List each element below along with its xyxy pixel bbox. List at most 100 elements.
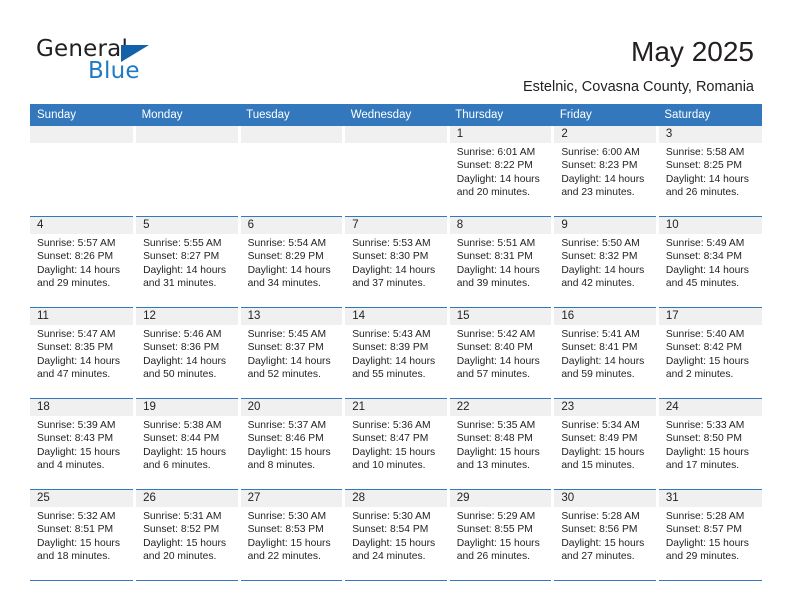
calendar-cell-day[interactable]: 4 Sunrise: 5:57 AM Sunset: 8:26 PM Daylight… bbox=[30, 216, 137, 308]
calendar-cell-day[interactable]: 27 Sunrise: 5:30 AM Sunset: 8:53 PM Dayligh… bbox=[239, 489, 346, 581]
calendar-cell-day[interactable]: 3 Sunrise: 5:58 AM Sunset: 8:25 PM Daylight… bbox=[657, 126, 762, 217]
daylight-text: Daylight: 14 hours and 45 minutes. bbox=[665, 264, 749, 289]
calendar-body: 1 Sunrise: 6:01 AM Sunset: 8:22 PM Daylight… bbox=[30, 126, 762, 581]
calendar-cell-day[interactable]: 15 Sunrise: 5:42 AM Sunset: 8:40 PM Dayligh… bbox=[448, 307, 555, 399]
calendar-cell-day[interactable]: 14 Sunrise: 5:43 AM Sunset: 8:39 PM Dayligh… bbox=[343, 307, 450, 399]
daylight-text: Daylight: 14 hours and 55 minutes. bbox=[352, 355, 436, 380]
daylight-text: Daylight: 15 hours and 6 minutes. bbox=[143, 446, 227, 471]
daylight-text: Daylight: 14 hours and 34 minutes. bbox=[247, 264, 331, 289]
calendar-cell-day[interactable]: 28 Sunrise: 5:30 AM Sunset: 8:54 PM Dayligh… bbox=[343, 489, 450, 581]
calendar-cell-day[interactable]: 7 Sunrise: 5:53 AM Sunset: 8:30 PM Daylight… bbox=[343, 216, 450, 308]
calendar-cell-day[interactable]: 21 Sunrise: 5:36 AM Sunset: 8:47 PM Dayligh… bbox=[343, 398, 450, 490]
calendar-cell-day[interactable]: 8 Sunrise: 5:51 AM Sunset: 8:31 PM Daylight… bbox=[448, 216, 555, 308]
calendar-cell-day[interactable]: 23 Sunrise: 5:34 AM Sunset: 8:49 PM Dayligh… bbox=[552, 398, 659, 490]
day-number: 3 bbox=[658, 126, 762, 143]
sunset-text: Sunset: 8:31 PM bbox=[456, 251, 533, 263]
day-details: Sunrise: 5:47 AM Sunset: 8:35 PM Daylight:… bbox=[30, 325, 133, 381]
calendar-cell-day[interactable]: 20 Sunrise: 5:37 AM Sunset: 8:46 PM Dayligh… bbox=[239, 398, 346, 490]
daylight-text: Daylight: 14 hours and 37 minutes. bbox=[352, 264, 436, 289]
calendar-cell-day[interactable]: 6 Sunrise: 5:54 AM Sunset: 8:29 PM Daylight… bbox=[239, 216, 346, 308]
sunset-text: Sunset: 8:42 PM bbox=[665, 342, 743, 354]
calendar-cell-day[interactable]: 1 Sunrise: 6:01 AM Sunset: 8:22 PM Daylight… bbox=[448, 126, 555, 217]
sunset-text: Sunset: 8:41 PM bbox=[561, 342, 638, 354]
day-number: 11 bbox=[30, 308, 134, 325]
calendar-cell-inner: 5 Sunrise: 5:55 AM Sunset: 8:27 PM Daylight… bbox=[136, 217, 238, 307]
day-number bbox=[30, 126, 134, 143]
daylight-text: Daylight: 14 hours and 31 minutes. bbox=[143, 264, 227, 289]
calendar-week-row: 18 Sunrise: 5:39 AM Sunset: 8:43 PM Dayligh… bbox=[30, 398, 762, 490]
sunset-text: Sunset: 8:22 PM bbox=[456, 160, 533, 172]
calendar-cell-day[interactable]: 5 Sunrise: 5:55 AM Sunset: 8:27 PM Daylight… bbox=[134, 216, 241, 308]
calendar-cell-day[interactable]: 9 Sunrise: 5:50 AM Sunset: 8:32 PM Daylight… bbox=[552, 216, 659, 308]
calendar-cell-inner bbox=[345, 126, 447, 216]
sunrise-text: Sunrise: 5:45 AM bbox=[247, 329, 327, 340]
sunset-text: Sunset: 8:51 PM bbox=[37, 524, 114, 536]
calendar-cell-day[interactable]: 2 Sunrise: 6:00 AM Sunset: 8:23 PM Daylight… bbox=[552, 126, 659, 217]
calendar-cell-day[interactable]: 22 Sunrise: 5:35 AM Sunset: 8:48 PM Dayligh… bbox=[448, 398, 555, 490]
sunrise-text: Sunrise: 5:57 AM bbox=[37, 238, 116, 249]
day-number: 8 bbox=[449, 217, 552, 234]
calendar-week-row: 25 Sunrise: 5:32 AM Sunset: 8:51 PM Dayligh… bbox=[30, 489, 762, 581]
daylight-text: Daylight: 15 hours and 2 minutes. bbox=[665, 355, 749, 380]
calendar-cell-inner: 9 Sunrise: 5:50 AM Sunset: 8:32 PM Daylight… bbox=[554, 217, 656, 307]
daylight-text: Daylight: 14 hours and 47 minutes. bbox=[37, 355, 120, 380]
day-details: Sunrise: 5:31 AM Sunset: 8:52 PM Daylight:… bbox=[136, 507, 238, 563]
calendar-cell-day[interactable]: 10 Sunrise: 5:49 AM Sunset: 8:34 PM Dayligh… bbox=[657, 216, 762, 308]
daylight-text: Daylight: 15 hours and 13 minutes. bbox=[456, 446, 540, 471]
calendar-cell-day[interactable]: 29 Sunrise: 5:29 AM Sunset: 8:55 PM Dayligh… bbox=[448, 489, 555, 581]
day-number bbox=[345, 126, 447, 143]
day-number: 13 bbox=[240, 308, 343, 325]
calendar-cell-day[interactable]: 30 Sunrise: 5:28 AM Sunset: 8:56 PM Dayligh… bbox=[552, 489, 659, 581]
daylight-text: Daylight: 14 hours and 42 minutes. bbox=[561, 264, 645, 289]
sunset-text: Sunset: 8:34 PM bbox=[665, 251, 743, 263]
weekday-header-monday: Monday bbox=[134, 104, 240, 126]
sunrise-text: Sunrise: 6:00 AM bbox=[561, 147, 640, 158]
day-details: Sunrise: 5:32 AM Sunset: 8:51 PM Daylight:… bbox=[30, 507, 133, 563]
calendar-cell-inner bbox=[240, 126, 343, 216]
day-number bbox=[136, 126, 238, 143]
sunrise-text: Sunrise: 5:35 AM bbox=[456, 420, 536, 431]
day-number: 2 bbox=[554, 126, 656, 143]
calendar-cell-inner bbox=[136, 126, 238, 216]
day-details: Sunrise: 5:50 AM Sunset: 8:32 PM Daylight:… bbox=[554, 234, 656, 290]
weekday-header-thursday: Thursday bbox=[448, 104, 553, 126]
day-number bbox=[240, 126, 343, 143]
calendar-cell-day[interactable]: 19 Sunrise: 5:38 AM Sunset: 8:44 PM Dayligh… bbox=[134, 398, 241, 490]
sunrise-text: Sunrise: 5:38 AM bbox=[143, 420, 222, 431]
calendar-cell-day[interactable]: 16 Sunrise: 5:41 AM Sunset: 8:41 PM Dayligh… bbox=[552, 307, 659, 399]
calendar-cell-inner: 30 Sunrise: 5:28 AM Sunset: 8:56 PM Dayligh… bbox=[554, 490, 656, 580]
day-details: Sunrise: 5:55 AM Sunset: 8:27 PM Daylight:… bbox=[136, 234, 238, 290]
calendar-cell-day[interactable]: 31 Sunrise: 5:28 AM Sunset: 8:57 PM Dayligh… bbox=[657, 489, 762, 581]
sunrise-text: Sunrise: 5:49 AM bbox=[665, 238, 745, 249]
day-details: Sunrise: 5:30 AM Sunset: 8:54 PM Daylight:… bbox=[345, 507, 447, 563]
calendar-cell-day[interactable]: 13 Sunrise: 5:45 AM Sunset: 8:37 PM Dayligh… bbox=[239, 307, 346, 399]
day-number: 14 bbox=[345, 308, 447, 325]
sunset-text: Sunset: 8:48 PM bbox=[456, 433, 533, 445]
calendar-cell-day[interactable]: 17 Sunrise: 5:40 AM Sunset: 8:42 PM Dayligh… bbox=[657, 307, 762, 399]
calendar-cell-day[interactable]: 26 Sunrise: 5:31 AM Sunset: 8:52 PM Dayligh… bbox=[134, 489, 241, 581]
day-details: Sunrise: 5:37 AM Sunset: 8:46 PM Daylight:… bbox=[241, 416, 343, 472]
day-details: Sunrise: 5:46 AM Sunset: 8:36 PM Daylight:… bbox=[136, 325, 238, 381]
sunrise-text: Sunrise: 6:01 AM bbox=[456, 147, 536, 158]
day-number: 9 bbox=[554, 217, 656, 234]
sunset-text: Sunset: 8:54 PM bbox=[352, 524, 429, 536]
calendar-cell-inner: 7 Sunrise: 5:53 AM Sunset: 8:30 PM Daylight… bbox=[345, 217, 447, 307]
day-number: 29 bbox=[449, 490, 552, 507]
calendar-cell-day[interactable]: 25 Sunrise: 5:32 AM Sunset: 8:51 PM Dayligh… bbox=[30, 489, 137, 581]
calendar-cell-day[interactable]: 24 Sunrise: 5:33 AM Sunset: 8:50 PM Dayligh… bbox=[657, 398, 762, 490]
calendar-cell-day[interactable]: 12 Sunrise: 5:46 AM Sunset: 8:36 PM Dayligh… bbox=[134, 307, 241, 399]
calendar-cell-inner: 12 Sunrise: 5:46 AM Sunset: 8:36 PM Dayligh… bbox=[136, 308, 238, 398]
daylight-text: Daylight: 14 hours and 29 minutes. bbox=[37, 264, 120, 289]
calendar-week-row: 11 Sunrise: 5:47 AM Sunset: 8:35 PM Dayligh… bbox=[30, 307, 762, 399]
calendar-cell-day[interactable]: 18 Sunrise: 5:39 AM Sunset: 8:43 PM Dayligh… bbox=[30, 398, 137, 490]
calendar-cell-inner: 26 Sunrise: 5:31 AM Sunset: 8:52 PM Dayligh… bbox=[136, 490, 238, 580]
sunset-text: Sunset: 8:26 PM bbox=[37, 251, 114, 263]
day-number: 15 bbox=[449, 308, 552, 325]
calendar-week-row: 4 Sunrise: 5:57 AM Sunset: 8:26 PM Daylight… bbox=[30, 216, 762, 308]
weekday-header-sunday: Sunday bbox=[30, 104, 135, 126]
day-number: 17 bbox=[658, 308, 762, 325]
day-details: Sunrise: 5:36 AM Sunset: 8:47 PM Daylight:… bbox=[345, 416, 447, 472]
calendar-cell-day[interactable]: 11 Sunrise: 5:47 AM Sunset: 8:35 PM Dayligh… bbox=[30, 307, 137, 399]
sunrise-text: Sunrise: 5:36 AM bbox=[352, 420, 431, 431]
sunrise-text: Sunrise: 5:55 AM bbox=[143, 238, 222, 249]
